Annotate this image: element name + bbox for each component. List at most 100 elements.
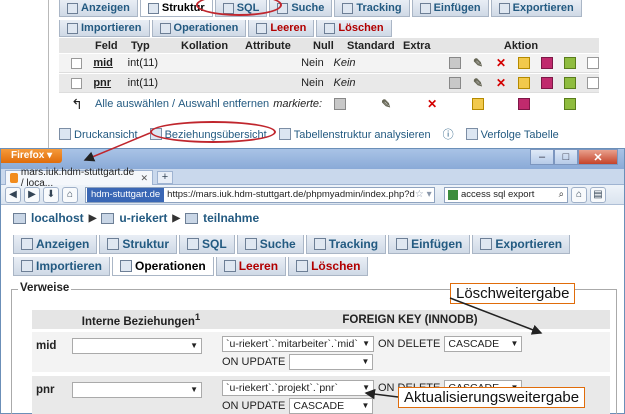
analyze-structure-link[interactable]: Tabellenstruktur analysieren [278, 127, 431, 141]
chevron-down-icon: ▼ [190, 385, 198, 394]
help-icon[interactable]: ⓘ [443, 126, 454, 142]
delete-x-icon[interactable]: ✕ [495, 77, 507, 89]
export-icon [498, 2, 510, 14]
bg-tab-anzeigen[interactable]: Anzeigen [59, 0, 138, 17]
on-update-select[interactable]: ▼ [289, 354, 374, 370]
row-checkbox[interactable] [70, 77, 82, 89]
operations-icon [120, 260, 133, 272]
url-bar[interactable]: hdm-stuttgart.de https://mars.iuk.hdm-st… [85, 186, 435, 203]
primary-key-icon[interactable] [518, 57, 530, 69]
home-icon[interactable]: ⌂ [571, 186, 587, 203]
annotation-update-propagation: Aktualisierungsweitergabe [398, 387, 586, 408]
tab-loeschen[interactable]: Löschen [288, 257, 369, 276]
close-icon[interactable]: ✕ [578, 149, 618, 165]
primary-key-icon[interactable] [518, 77, 530, 89]
bg-tab-importieren[interactable]: Importieren [59, 20, 150, 37]
foreign-key-target-select[interactable]: `u-riekert`.`mitarbeiter`.`mid` ▼ [222, 336, 374, 352]
tab-importieren[interactable]: Importieren [13, 257, 111, 276]
back-icon[interactable]: ◀ [5, 186, 21, 203]
print-view-link[interactable]: Druckansicht [59, 127, 138, 141]
menu-icon[interactable]: ▤ [590, 186, 606, 203]
bg-tab-leeren[interactable]: Leeren [248, 20, 315, 37]
breadcrumb-server[interactable]: localhost [31, 211, 84, 225]
structure-icon [147, 2, 159, 14]
delete-x-icon[interactable]: ✕ [495, 57, 507, 69]
chevron-down-icon: ▼ [190, 341, 198, 350]
search-icon[interactable]: ⌕ [559, 189, 564, 200]
tab-operationen[interactable]: Operationen [112, 257, 214, 276]
selection-row: ↰ Alle auswählen / Auswahl entfernen mar… [59, 96, 599, 112]
window-controls: – □ ✕ [530, 149, 618, 165]
tracking-icon [342, 2, 354, 14]
bookmark-star-icon[interactable]: ☆ ▾ C [415, 189, 434, 200]
firefox-window: Firefox ▾ – □ ✕ mars.iuk.hdm-stuttgart.d… [0, 148, 625, 414]
bg-tab-einfuegen[interactable]: Einfügen [411, 0, 489, 17]
foreign-key-config: `u-riekert`.`mitarbeiter`.`mid` ▼ ON DELE… [210, 332, 523, 370]
edit-pencil-icon[interactable]: ✎ [380, 98, 392, 110]
on-delete-select[interactable]: CASCADE▼ [444, 336, 523, 352]
unique-icon[interactable] [541, 77, 553, 89]
browse-icon[interactable] [449, 77, 461, 89]
favicon-icon [10, 173, 18, 183]
foreign-key-target-select[interactable]: `u-riekert`.`projekt`.`pnr` ▼ [222, 380, 374, 396]
index-icon[interactable] [564, 98, 577, 110]
delete-x-icon[interactable]: ✕ [426, 98, 438, 110]
chevron-down-icon: ▼ [362, 383, 370, 392]
breadcrumb-table[interactable]: teilnahme [203, 211, 259, 225]
export-icon [480, 238, 493, 250]
firefox-menu-button[interactable]: Firefox ▾ [1, 149, 63, 163]
col-header-null: Null [313, 39, 334, 52]
unique-icon[interactable] [541, 57, 553, 69]
unique-icon[interactable] [518, 98, 531, 110]
select-all-link[interactable]: Alle auswählen [95, 98, 169, 110]
index-icon[interactable] [564, 77, 576, 89]
pma-tabs-row2: Importieren Operationen Leeren Löschen [13, 257, 369, 276]
fulltext-icon[interactable] [587, 57, 599, 69]
tab-tracking[interactable]: Tracking [305, 235, 387, 254]
chevron-down-icon: ▼ [362, 339, 370, 348]
breadcrumb-database[interactable]: u-riekert [119, 211, 167, 225]
breadcrumb: localhost ▶ u-riekert ▶ teilnahme [13, 211, 259, 225]
browser-tab[interactable]: mars.iuk.hdm-stuttgart.de / loca... ✕ [5, 167, 153, 189]
operations-icon [159, 22, 171, 34]
bg-tab-tracking[interactable]: Tracking [334, 0, 410, 17]
tab-exportieren[interactable]: Exportieren [472, 235, 571, 254]
site-identity[interactable]: hdm-stuttgart.de [87, 187, 165, 202]
tab-leeren[interactable]: Leeren [215, 257, 287, 276]
minimize-icon[interactable]: – [530, 149, 554, 165]
internal-relation-select[interactable]: ▼ [72, 338, 202, 354]
tab-struktur[interactable]: Struktur [99, 235, 178, 254]
edit-pencil-icon[interactable]: ✎ [472, 57, 484, 69]
bg-tab-exportieren[interactable]: Exportieren [490, 0, 582, 17]
browse-icon[interactable] [334, 98, 347, 110]
tab-einfuegen[interactable]: Einfügen [388, 235, 471, 254]
index-icon[interactable] [564, 57, 576, 69]
edit-pencil-icon[interactable]: ✎ [472, 77, 484, 89]
field-name-link[interactable]: mid [93, 57, 127, 69]
primary-key-icon[interactable] [472, 98, 485, 110]
tab-anzeigen[interactable]: Anzeigen [13, 235, 98, 254]
new-tab-button[interactable]: + [157, 171, 173, 184]
deselect-all-link[interactable]: Auswahl entfernen [178, 98, 269, 110]
fulltext-icon[interactable] [587, 77, 599, 89]
structure-icon [107, 238, 120, 250]
row-actions: ✎ ✕ [425, 77, 599, 89]
bg-tab-operationen[interactable]: Operationen [151, 20, 247, 37]
browse-icon[interactable] [449, 57, 461, 69]
tab-close-icon[interactable]: ✕ [140, 173, 148, 184]
on-update-select[interactable]: CASCADE ▼ [289, 398, 374, 414]
tab-suche[interactable]: Suche [236, 235, 304, 254]
chevron-down-icon: ▼ [361, 401, 370, 410]
on-delete-label: ON DELETE [378, 338, 441, 350]
col-header-feld: Feld [95, 39, 118, 52]
search-box[interactable]: access sql export ⌕ [444, 186, 568, 203]
maximize-icon[interactable]: □ [554, 149, 578, 165]
track-table-link[interactable]: Verfolge Tabelle [465, 127, 559, 141]
internal-relation-select[interactable]: ▼ [72, 382, 202, 398]
field-name-link[interactable]: pnr [93, 77, 127, 89]
print-icon [59, 127, 71, 140]
tab-sql[interactable]: SQL [179, 235, 235, 254]
bg-tab-loeschen[interactable]: Löschen [316, 20, 392, 37]
row-checkbox[interactable] [70, 57, 82, 69]
field-type: int(11) [127, 57, 158, 69]
